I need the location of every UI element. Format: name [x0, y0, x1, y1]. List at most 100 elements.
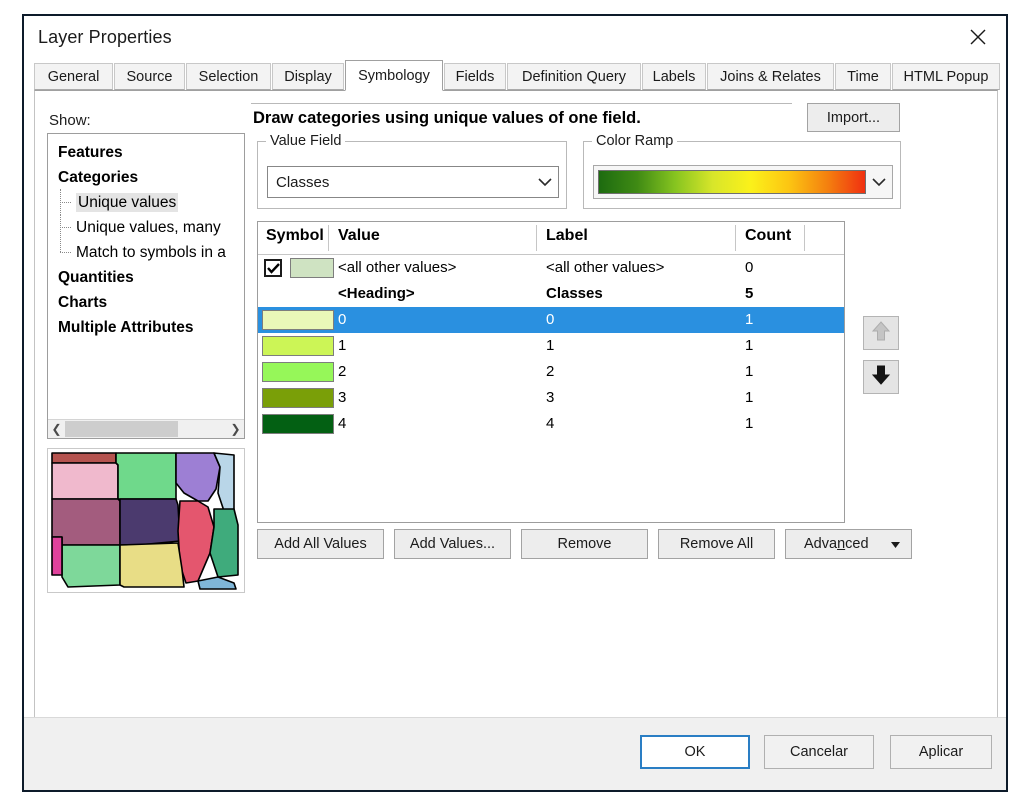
column-header-symbol: Symbol — [266, 227, 324, 244]
layer-properties-dialog: Layer Properties General Source Selectio… — [22, 14, 1008, 792]
cell-value: 1 — [338, 337, 347, 354]
chevron-down-icon[interactable] — [532, 177, 558, 187]
tree-item-unique-values-many[interactable]: Unique values, many — [48, 214, 244, 240]
column-header-label: Label — [546, 227, 588, 244]
column-header-value: Value — [338, 227, 380, 244]
cell-label: <all other values> — [546, 259, 665, 276]
ok-button[interactable]: OK — [640, 735, 750, 769]
tree-item-unique-values[interactable]: Unique values — [48, 189, 244, 215]
symbology-table[interactable]: Symbol Value Label Count <all other valu… — [257, 221, 845, 523]
tree-item-label: Charts — [58, 294, 108, 311]
cell-value: 4 — [338, 415, 347, 432]
move-down-button[interactable] — [863, 360, 899, 394]
cell-label: 2 — [546, 363, 555, 380]
cell-count: 1 — [745, 337, 754, 354]
tab-source[interactable]: Source — [114, 63, 185, 90]
cell-value: <Heading> — [338, 285, 415, 302]
tree-item-features[interactable]: Features — [48, 140, 244, 165]
tree-item-charts[interactable]: Charts — [48, 290, 244, 315]
tab-joins-relates[interactable]: Joins & Relates — [707, 63, 834, 90]
remove-all-button[interactable]: Remove All — [658, 529, 775, 559]
symbol-swatch[interactable] — [262, 362, 334, 382]
color-ramp-combo[interactable] — [593, 165, 893, 199]
tree-item-multiple-attributes[interactable]: Multiple Attributes — [48, 315, 244, 340]
tab-symbology[interactable]: Symbology — [345, 60, 443, 91]
tab-html-popup[interactable]: HTML Popup — [892, 63, 1000, 90]
dialog-titlebar: Layer Properties — [24, 16, 1006, 60]
cell-label: 3 — [546, 389, 555, 406]
symbol-swatch[interactable] — [290, 258, 334, 278]
cell-count: 1 — [745, 415, 754, 432]
tree-item-label: Categories — [58, 169, 139, 186]
tree-item-label: Quantities — [58, 269, 134, 286]
show-label: Show: — [49, 112, 91, 129]
chevron-right-icon[interactable]: ❯ — [227, 420, 244, 438]
cell-label: 0 — [546, 311, 555, 328]
tree-item-match-to-symbols[interactable]: Match to symbols in a — [48, 239, 244, 265]
value-field-group: Value Field Classes — [257, 133, 567, 209]
scrollbar-track[interactable] — [65, 420, 227, 438]
color-ramp-swatch — [598, 170, 866, 194]
tree-item-label: Unique values — [76, 193, 179, 212]
advanced-label-part1: Adva — [804, 536, 838, 552]
cancel-button[interactable]: Cancelar — [764, 735, 874, 769]
map-preview-thumbnail — [47, 448, 245, 593]
color-ramp-group: Color Ramp — [583, 133, 901, 209]
chevron-down-icon[interactable] — [866, 177, 892, 187]
table-row[interactable]: <all other values> <all other values> 0 — [258, 255, 844, 281]
cell-count: 5 — [745, 285, 754, 302]
remove-button[interactable]: Remove — [521, 529, 648, 559]
table-row[interactable]: 3 3 1 — [258, 385, 844, 411]
tree-item-label: Unique values, many — [76, 219, 221, 236]
symbol-swatch[interactable] — [262, 310, 334, 330]
value-field-group-title: Value Field — [266, 133, 346, 149]
tab-display[interactable]: Display — [272, 63, 344, 90]
tab-labels[interactable]: Labels — [642, 63, 706, 90]
apply-button[interactable]: Aplicar — [890, 735, 992, 769]
table-row[interactable]: <Heading> Classes 5 — [258, 281, 844, 307]
caret-down-icon[interactable] — [891, 536, 900, 552]
add-values-button[interactable]: Add Values... — [394, 529, 511, 559]
add-all-values-button[interactable]: Add All Values — [257, 529, 384, 559]
cell-count: 1 — [745, 311, 754, 328]
cell-value: 0 — [338, 311, 347, 328]
tree-item-label: Match to symbols in a — [76, 244, 226, 261]
dialog-title: Layer Properties — [38, 27, 172, 47]
headline-divider — [251, 103, 792, 104]
tab-selection[interactable]: Selection — [186, 63, 271, 90]
cell-label: 1 — [546, 337, 555, 354]
tree-item-quantities[interactable]: Quantities — [48, 265, 244, 290]
scrollbar-thumb[interactable] — [65, 421, 179, 437]
tab-general[interactable]: General — [34, 63, 113, 90]
symbol-swatch[interactable] — [262, 414, 334, 434]
import-button[interactable]: Import... — [807, 103, 900, 132]
chevron-left-icon[interactable]: ❮ — [48, 420, 65, 438]
symbology-type-tree[interactable]: Features Categories Unique values Unique… — [47, 133, 245, 439]
value-field-combo[interactable]: Classes — [267, 166, 559, 198]
cell-count: 1 — [745, 363, 754, 380]
color-ramp-group-title: Color Ramp — [592, 133, 678, 149]
tab-strip: General Source Selection Display Symbolo… — [34, 60, 1000, 91]
tab-time[interactable]: Time — [835, 63, 891, 90]
cell-count: 1 — [745, 389, 754, 406]
close-icon[interactable] — [950, 16, 1006, 58]
tree-item-label: Features — [58, 144, 123, 161]
symbol-swatch[interactable] — [262, 388, 334, 408]
symbol-swatch[interactable] — [262, 336, 334, 356]
table-row[interactable]: 2 2 1 — [258, 359, 844, 385]
symbology-tab-page: Show: Features Categories Unique values … — [34, 90, 998, 718]
move-up-button[interactable] — [863, 316, 899, 350]
cell-value: <all other values> — [338, 259, 457, 276]
table-row[interactable]: 0 0 1 — [258, 307, 844, 333]
cell-count: 0 — [745, 259, 754, 276]
tree-horizontal-scrollbar[interactable]: ❮ ❯ — [48, 419, 244, 438]
table-row[interactable]: 4 4 1 — [258, 411, 844, 437]
screen-root: Layer Properties General Source Selectio… — [0, 0, 1024, 806]
tab-fields[interactable]: Fields — [444, 63, 506, 90]
table-row[interactable]: 1 1 1 — [258, 333, 844, 359]
tree-item-categories[interactable]: Categories — [48, 165, 244, 190]
tab-definition-query[interactable]: Definition Query — [507, 63, 641, 90]
arrow-down-icon — [871, 364, 891, 391]
advanced-button[interactable]: Adva n ced — [785, 529, 912, 559]
all-other-values-checkbox[interactable] — [264, 259, 282, 277]
